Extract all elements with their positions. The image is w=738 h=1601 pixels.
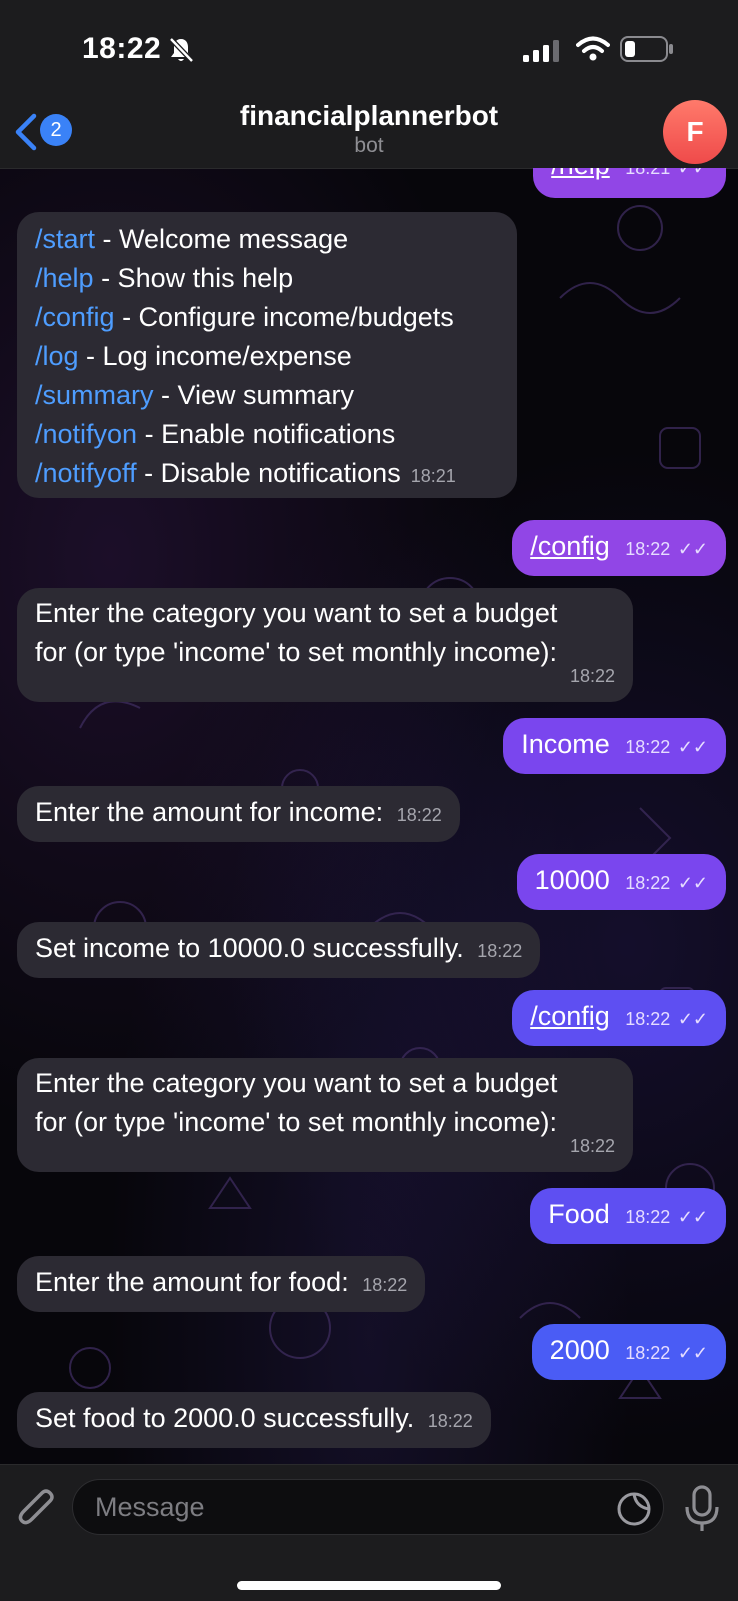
message-line: Enter the category you want to set a bud… [35,598,558,628]
message-time: 18:21 [410,466,456,486]
command-row: /help - Show this help [35,259,499,298]
command-link[interactable]: /help [35,263,94,293]
message-text: Enter the amount for food: [35,1267,349,1297]
outgoing-message[interactable]: 10000 18:22 ✓✓ [516,854,726,910]
microphone-icon[interactable] [684,1485,720,1533]
command-link[interactable]: /summary [35,380,154,410]
incoming-message[interactable]: Set food to 2000.0 successfully. 18:22 [17,1392,491,1448]
command-desc: - Disable notifications [136,458,401,488]
message-time: 18:22 [396,805,442,825]
outgoing-message[interactable]: /config 18:22 ✓✓ [512,520,726,576]
command-row: /log - Log income/expense [35,337,499,376]
command-desc: - Show this help [93,263,294,293]
home-indicator[interactable] [237,1581,501,1590]
status-time: 18:22 [82,32,162,65]
message-input[interactable] [72,1479,664,1535]
message-text: Set income to 10000.0 successfully. [35,933,464,963]
outgoing-message[interactable]: /config 18:22 ✓✓ [512,990,726,1046]
message-time: 18:22 [362,1275,408,1295]
command-row: /notifyoff - Disable notifications 18:21 [35,454,499,496]
command-link[interactable]: /notifyon [35,419,137,449]
incoming-message[interactable]: Enter the amount for food: 18:22 [17,1256,426,1312]
command-desc: - Log income/expense [78,341,352,371]
command-desc: - View summary [153,380,355,410]
sticker-icon[interactable] [616,1491,652,1527]
wifi-icon [576,36,610,61]
battery-icon [620,36,673,62]
message-text: Food [548,1199,610,1229]
double-check-icon: ✓✓ [677,873,708,893]
double-check-icon: ✓✓ [677,168,708,178]
message-time: 18:22 [625,873,671,893]
incoming-message[interactable]: Enter the category you want to set a bud… [17,1058,633,1172]
incoming-message[interactable]: Set income to 10000.0 successfully. 18:2… [17,922,541,978]
double-check-icon: ✓✓ [677,1207,708,1227]
message-time: 18:22 [625,737,671,757]
message-time: 18:22 [625,1207,671,1227]
composer-bar [0,1464,738,1601]
message-line: for (or type 'income' to set monthly inc… [35,1107,558,1137]
message-text: Enter the amount for income: [35,797,384,827]
double-check-icon: ✓✓ [677,1009,708,1029]
command-desc: - Enable notifications [137,419,396,449]
message-text: 10000 [534,865,610,895]
chat-title[interactable]: financialplannerbot [0,100,738,132]
message-time: 18:22 [625,1343,671,1363]
double-check-icon: ✓✓ [677,737,708,757]
message-text: Income [521,729,610,759]
command-desc: - Welcome message [95,224,349,254]
message-time: 18:22 [569,666,615,686]
outgoing-message[interactable]: 2000 18:22 ✓✓ [531,1324,726,1380]
chat-header: 2 financialplannerbot bot F [0,100,738,169]
incoming-message[interactable]: Enter the amount for income: 18:22 [17,786,460,842]
bell-slash-icon [169,37,194,63]
message-text: Set food to 2000.0 successfully. [35,1403,415,1433]
command-link[interactable]: /start [35,224,95,254]
command-row: /summary - View summary [35,376,499,415]
cellular-signal-icon [523,40,559,62]
command-link[interactable]: /config [35,302,115,332]
message-time: 18:21 [625,168,671,178]
paperclip-icon[interactable] [18,1487,58,1531]
double-check-icon: ✓✓ [677,1343,708,1363]
command-row: /config - Configure income/budgets [35,298,499,337]
message-line: for (or type 'income' to set monthly inc… [35,637,558,667]
command-desc: - Configure income/budgets [114,302,454,332]
message-time: 18:22 [625,539,671,559]
message-list[interactable]: /help 18:21 ✓✓ /start - Welcome message … [0,168,738,1464]
command-row: /start - Welcome message [35,220,499,259]
command-link[interactable]: /log [35,341,79,371]
outgoing-message[interactable]: /help 18:21 ✓✓ [533,168,726,198]
message-time: 18:22 [625,1009,671,1029]
double-check-icon: ✓✓ [677,539,708,559]
message-time: 18:22 [569,1136,615,1156]
status-bar: 18:22 [0,0,738,100]
outgoing-message[interactable]: Income 18:22 ✓✓ [503,718,726,774]
message-time: 18:22 [477,941,523,961]
message-text[interactable]: /config [530,1001,610,1031]
avatar[interactable]: F [663,100,727,164]
message-line: Enter the category you want to set a bud… [35,1068,558,1098]
message-text: 2000 [549,1335,610,1365]
command-row: /notifyon - Enable notifications [35,415,499,454]
message-text[interactable]: /help [551,168,610,180]
message-text[interactable]: /config [530,531,610,561]
message-time: 18:22 [427,1411,473,1431]
command-link[interactable]: /notifyoff [35,458,137,488]
chat-subtitle: bot [354,134,384,157]
incoming-message[interactable]: Enter the category you want to set a bud… [17,588,633,702]
incoming-message[interactable]: /start - Welcome message /help - Show th… [17,212,517,498]
outgoing-message[interactable]: Food 18:22 ✓✓ [530,1188,726,1244]
